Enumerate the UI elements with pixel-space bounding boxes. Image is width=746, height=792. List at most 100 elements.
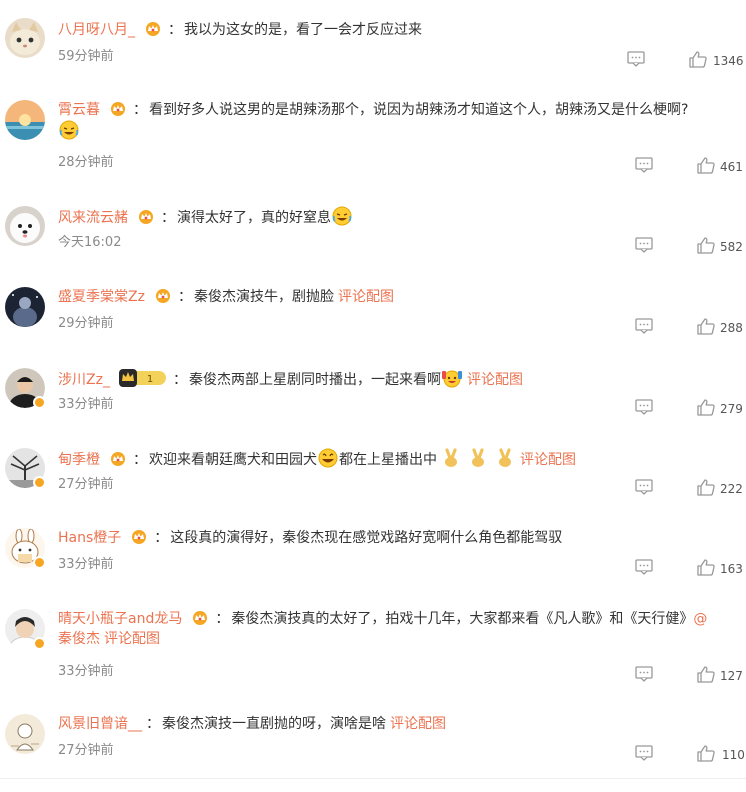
sunset-avatar-image — [5, 100, 45, 140]
verified-badge-icon — [33, 637, 46, 650]
like-count: 279 — [720, 402, 743, 416]
comment-icon[interactable] — [635, 318, 653, 334]
avatar[interactable] — [5, 100, 45, 140]
mention-link[interactable]: 秦俊杰 — [58, 631, 100, 647]
comment-icon[interactable] — [627, 51, 645, 67]
victory-hand-icon — [472, 448, 484, 467]
username[interactable]: Hans橙子 — [58, 530, 121, 546]
like-count: 163 — [720, 562, 743, 576]
thumbs-up-icon[interactable] — [697, 745, 715, 762]
like-count: 288 — [720, 321, 743, 335]
avatar[interactable] — [5, 18, 45, 58]
colon: ： — [154, 530, 169, 546]
verified-badge-icon — [33, 396, 46, 409]
verified-badge-icon — [33, 476, 46, 489]
comment-image-link[interactable]: 评论配图 — [520, 452, 576, 468]
mention-at[interactable]: @ — [693, 611, 707, 627]
cheering-emoji-icon — [441, 370, 462, 388]
colon: ： — [133, 452, 147, 468]
victory-hand-icon — [445, 448, 457, 467]
crying-laugh-emoji-icon — [332, 206, 352, 226]
thumbs-up-icon[interactable] — [697, 399, 715, 416]
avatar[interactable] — [5, 448, 46, 489]
comment-text: 秦俊杰演技一直剧抛的呀，演啥是啥 — [162, 716, 386, 732]
avatar[interactable] — [5, 609, 46, 650]
comment-icon[interactable] — [635, 666, 653, 682]
comment-text: 秦俊杰两部上星剧同时播出，一起来看啊 — [188, 372, 441, 388]
comment-image-link[interactable]: 评论配图 — [467, 372, 523, 388]
crown-badge-icon[interactable] — [109, 451, 127, 466]
comment-text: 演得太好了，真的好窒息 — [177, 210, 331, 226]
thumbs-up-icon[interactable] — [697, 559, 715, 576]
comment-icon[interactable] — [635, 559, 653, 575]
timestamp: 33分钟前 — [58, 557, 114, 572]
comment-image-link[interactable]: 评论配图 — [104, 631, 160, 647]
like-count: 222 — [720, 482, 743, 496]
level-badge-icon[interactable]: 1 — [118, 369, 167, 387]
username[interactable]: 盛夏季棠棠Zz — [58, 289, 145, 305]
comment-text: 这段真的演得好，秦俊杰现在感觉戏路好宽啊什么角色都能驾驭 — [170, 530, 563, 546]
divider — [0, 778, 746, 779]
avatar[interactable] — [5, 714, 45, 754]
comment-text: 我以为这女的是，看了一会才反应过来 — [184, 22, 422, 38]
like-count: 582 — [720, 240, 743, 254]
comment-text: 秦俊杰演技牛，剧抛脸 — [193, 289, 334, 305]
thumbs-up-icon[interactable] — [697, 666, 715, 683]
like-count: 1346 — [713, 54, 744, 68]
comment-text: 看到好多人说这男的是胡辣汤那个，说因为胡辣汤才知道这个人，胡辣汤又是什么梗啊? — [149, 102, 689, 118]
like-count: 110 — [722, 748, 745, 762]
thumbs-up-icon[interactable] — [697, 318, 715, 335]
comment-icon[interactable] — [635, 479, 653, 495]
comment-icon[interactable] — [635, 399, 653, 415]
username[interactable]: 风来流云赭 — [58, 210, 128, 226]
colon: ： — [133, 102, 147, 118]
crown-badge-icon[interactable] — [130, 529, 148, 544]
colon: ： — [146, 716, 160, 732]
colon: ： — [161, 210, 175, 226]
comment-image-link[interactable]: 评论配图 — [338, 289, 394, 305]
username[interactable]: 涉川Zz_ — [58, 372, 110, 388]
username[interactable]: 甸季橙 — [58, 452, 100, 468]
timestamp: 今天16:02 — [58, 235, 122, 250]
comment-image-link[interactable]: 评论配图 — [390, 716, 446, 732]
avatar[interactable] — [5, 287, 45, 327]
colon: ： — [177, 289, 192, 305]
comment-icon[interactable] — [635, 745, 653, 761]
verified-badge-icon — [33, 556, 46, 569]
like-count: 127 — [720, 669, 743, 683]
comment-text-2: 都在上星播出中 — [339, 452, 437, 468]
username[interactable]: 晴天小瓶子and龙马 — [58, 611, 182, 627]
like-count: 461 — [720, 160, 743, 174]
crown-badge-icon[interactable] — [144, 21, 162, 36]
colon: ： — [168, 22, 182, 38]
timestamp: 29分钟前 — [58, 316, 114, 331]
comment-text: 秦俊杰演技真的太好了，拍戏十几年，大家都来看《凡人歌》和《天行健》 — [231, 611, 694, 627]
timestamp: 27分钟前 — [58, 743, 114, 758]
comment-icon[interactable] — [635, 237, 653, 253]
username[interactable]: 八月呀八月_ — [58, 22, 135, 38]
username[interactable]: 风景旧曾谙__ — [58, 716, 142, 732]
colon: ： — [215, 611, 230, 627]
thumbs-up-icon[interactable] — [697, 237, 715, 254]
timestamp: 33分钟前 — [58, 397, 114, 412]
crown-badge-icon[interactable] — [191, 610, 209, 625]
avatar[interactable] — [5, 368, 46, 409]
victory-hand-icon — [499, 448, 511, 467]
thumbs-up-icon[interactable] — [689, 51, 707, 68]
sketch-avatar-image — [5, 714, 45, 754]
night-avatar-image — [5, 287, 45, 327]
timestamp: 59分钟前 — [58, 49, 114, 64]
thumbs-up-icon[interactable] — [697, 157, 715, 174]
avatar[interactable] — [5, 528, 46, 569]
comment-icon[interactable] — [635, 157, 653, 173]
crown-badge-icon[interactable] — [154, 288, 172, 303]
timestamp: 27分钟前 — [58, 477, 114, 492]
avatar[interactable] — [5, 206, 45, 246]
dog-avatar-image — [5, 206, 45, 246]
comment-text: 欢迎来看朝廷鹰犬和田园犬 — [149, 452, 317, 468]
crown-badge-icon[interactable] — [137, 209, 155, 224]
username[interactable]: 霄云暮 — [58, 102, 100, 118]
thumbs-up-icon[interactable] — [697, 479, 715, 496]
crown-badge-icon[interactable] — [109, 101, 127, 116]
laughing-emoji-icon — [318, 448, 338, 468]
